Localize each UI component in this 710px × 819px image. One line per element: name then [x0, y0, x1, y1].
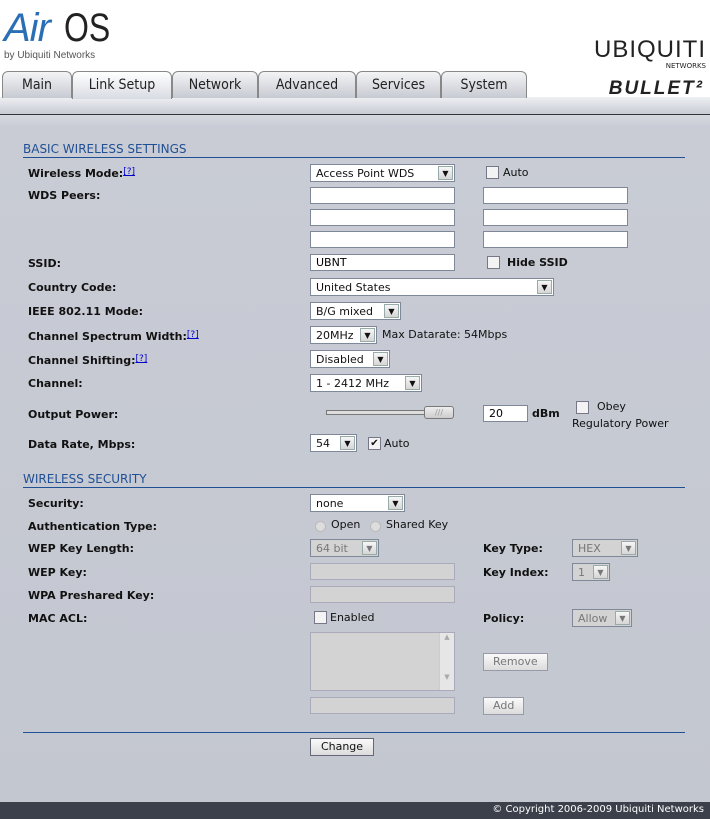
auth-shared-radio[interactable]: [370, 521, 381, 532]
wireless-mode-auto-checkbox[interactable]: [486, 166, 499, 179]
wep-key-length-label: WEP Key Length:: [28, 542, 134, 555]
channel-shifting-label: Channel Shifting:[?]: [28, 354, 148, 367]
chevron-down-icon: ▼: [340, 436, 355, 450]
section-basic-wireless: BASIC WIRELESS SETTINGS: [23, 142, 685, 158]
change-button[interactable]: Change: [310, 738, 374, 756]
security-select[interactable]: none ▼: [310, 494, 405, 512]
tab-strip: [0, 97, 710, 115]
chevron-down-icon: ▼: [362, 541, 377, 555]
data-rate-auto-label: Auto: [384, 437, 410, 450]
hide-ssid-checkbox[interactable]: [487, 256, 500, 269]
ieee-mode-label: IEEE 802.11 Mode:: [28, 305, 143, 318]
wds-peer-input-4[interactable]: [483, 209, 628, 226]
data-rate-label: Data Rate, Mbps:: [28, 438, 136, 451]
security-label: Security:: [28, 497, 84, 510]
tab-system[interactable]: System: [441, 71, 527, 98]
chevron-down-icon: ▼: [537, 280, 552, 294]
key-type-select[interactable]: HEX ▼: [572, 539, 638, 557]
tab-services[interactable]: Services: [356, 71, 441, 98]
auth-open-label: Open: [331, 518, 361, 531]
data-rate-auto-checkbox[interactable]: ✔: [368, 437, 381, 450]
tab-advanced[interactable]: Advanced: [258, 71, 356, 98]
dbm-unit: dBm: [532, 407, 560, 420]
wds-peers-label: WDS Peers:: [28, 189, 101, 202]
max-datarate-text: Max Datarate: 54Mbps: [382, 328, 508, 341]
auth-open-radio[interactable]: [315, 521, 326, 532]
ubiquiti-logo-sub: NETWORKS: [665, 62, 706, 70]
wds-peer-input-1[interactable]: [310, 187, 455, 204]
chevron-down-icon: ▼: [615, 611, 630, 625]
tab-bar: Main Link Setup Network Advanced Service…: [2, 71, 527, 99]
chevron-down-icon: ▼: [593, 565, 608, 579]
channel-select[interactable]: 1 - 2412 MHz ▼: [310, 374, 422, 392]
key-type-label: Key Type:: [483, 542, 543, 555]
ieee-mode-select[interactable]: B/G mixed ▼: [310, 302, 401, 320]
spectrum-width-select[interactable]: 20MHz ▼: [310, 326, 377, 344]
wireless-mode-label: Wireless Mode:[?]: [28, 167, 135, 180]
chevron-down-icon: ▼: [360, 328, 375, 342]
channel-label: Channel:: [28, 377, 83, 390]
auth-type-label: Authentication Type:: [28, 520, 158, 533]
output-power-input[interactable]: [483, 405, 528, 422]
wep-key-label: WEP Key:: [28, 566, 87, 579]
key-index-select[interactable]: 1 ▼: [572, 563, 610, 581]
policy-label: Policy:: [483, 612, 525, 625]
airos-logo-os: OS: [64, 6, 111, 50]
obey-label: Obey: [597, 400, 626, 413]
remove-button[interactable]: Remove: [483, 653, 548, 671]
mac-acl-enabled-label: Enabled: [330, 611, 375, 624]
auto-label: Auto: [503, 166, 529, 179]
tab-main[interactable]: Main: [2, 71, 72, 98]
wep-key-input[interactable]: [310, 563, 455, 580]
ssid-label: SSID:: [28, 257, 61, 270]
chevron-down-icon: ▼: [438, 166, 453, 180]
hide-ssid-label: Hide SSID: [507, 256, 568, 269]
chevron-down-icon: ▼: [384, 304, 399, 318]
mac-add-input[interactable]: [310, 697, 455, 714]
policy-select[interactable]: Allow ▼: [572, 609, 632, 627]
mac-acl-checkbox[interactable]: [314, 611, 327, 624]
auth-shared-label: Shared Key: [386, 518, 449, 531]
chevron-down-icon: ▼: [373, 352, 388, 366]
key-index-label: Key Index:: [483, 566, 549, 579]
wep-key-length-select[interactable]: 64 bit ▼: [310, 539, 379, 557]
ubiquiti-logo: UBIQUITI: [593, 36, 706, 63]
spectrum-width-label: Channel Spectrum Width:[?]: [28, 330, 199, 343]
help-link[interactable]: [?]: [136, 354, 148, 364]
wpa-key-input[interactable]: [310, 586, 455, 603]
output-power-slider-handle[interactable]: ///: [424, 406, 454, 419]
divider: [23, 732, 685, 733]
wds-peer-input-2[interactable]: [483, 187, 628, 204]
tab-link-setup[interactable]: Link Setup: [72, 71, 172, 99]
mac-acl-list[interactable]: ▲ ▼: [310, 632, 455, 691]
wds-peer-input-5[interactable]: [310, 231, 455, 248]
chevron-down-icon: ▼: [388, 496, 403, 510]
airos-logo: Air: [4, 6, 51, 50]
channel-shifting-select[interactable]: Disabled ▼: [310, 350, 390, 368]
wpa-key-label: WPA Preshared Key:: [28, 589, 155, 602]
airos-logo-byline: by Ubiquiti Networks: [4, 50, 96, 61]
section-wireless-security: WIRELESS SECURITY: [23, 472, 685, 488]
footer-copyright: © Copyright 2006-2009 Ubiquiti Networks: [0, 802, 710, 819]
data-rate-select[interactable]: 54 ▼: [310, 434, 357, 452]
mac-acl-label: MAC ACL:: [28, 612, 88, 625]
wds-peer-input-3[interactable]: [310, 209, 455, 226]
help-link[interactable]: [?]: [123, 167, 135, 177]
regulatory-power-label: Regulatory Power: [572, 417, 669, 430]
wds-peer-input-6[interactable]: [483, 231, 628, 248]
country-code-select[interactable]: United States ▼: [310, 278, 554, 296]
ssid-input[interactable]: [310, 254, 455, 271]
output-power-label: Output Power:: [28, 408, 119, 421]
add-button[interactable]: Add: [483, 697, 524, 715]
country-code-label: Country Code:: [28, 281, 117, 294]
mac-acl-scrollbar[interactable]: ▲ ▼: [439, 633, 454, 690]
chevron-down-icon: ▼: [405, 376, 420, 390]
tab-network[interactable]: Network: [172, 71, 258, 98]
chevron-down-icon: ▼: [621, 541, 636, 555]
wireless-mode-select[interactable]: Access Point WDS ▼: [310, 164, 455, 182]
help-link[interactable]: [?]: [187, 330, 199, 340]
obey-regulatory-checkbox[interactable]: [576, 401, 589, 414]
